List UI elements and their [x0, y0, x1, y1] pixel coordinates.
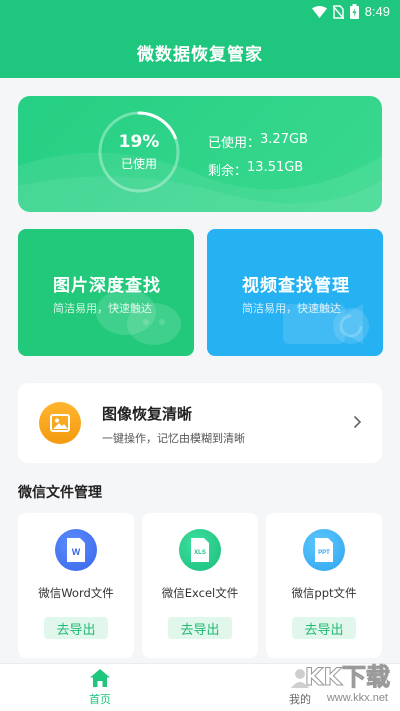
video-manage-subtitle: 简洁易用，快速触达: [242, 302, 341, 315]
svg-text:KK下载: KK下载: [305, 663, 390, 691]
nav-home[interactable]: 首页: [60, 668, 140, 707]
svg-text:www.kkx.net: www.kkx.net: [326, 692, 388, 704]
image-icon: [39, 402, 81, 444]
image-search-subtitle: 简洁易用，快速触达: [53, 302, 152, 315]
svg-text:XLS: XLS: [194, 550, 206, 556]
excel-file-icon: XLS: [179, 529, 221, 571]
word-export-button[interactable]: 去导出: [44, 617, 108, 639]
wave-decoration: [18, 152, 382, 212]
image-restore-subtitle: 一键操作，记忆由模糊到清晰: [102, 432, 245, 445]
wechat-excel-card[interactable]: XLS 微信Excel文件 去导出: [142, 513, 258, 658]
home-icon: [90, 669, 110, 687]
wechat-word-card[interactable]: W 微信Word文件 去导出: [18, 513, 134, 658]
wifi-icon: [311, 5, 327, 18]
used-label: 已使用：: [208, 136, 261, 151]
app-title: 微数据恢复管家: [137, 44, 263, 65]
word-file-icon: W: [55, 529, 97, 571]
image-search-card[interactable]: 图片深度查找 简洁易用，快速触达: [18, 229, 194, 356]
wechat-ppt-label: 微信ppt文件: [291, 586, 357, 600]
chevron-right-icon: [353, 415, 362, 429]
svg-text:PPT: PPT: [318, 550, 330, 556]
battery-icon: [349, 4, 359, 19]
status-icons: 8:49: [311, 4, 390, 19]
ppt-export-button[interactable]: 去导出: [292, 617, 356, 639]
video-manage-title: 视频查找管理: [242, 276, 350, 296]
usage-ring-text: 19% 已使用: [96, 109, 182, 195]
wechat-word-label: 微信Word文件: [38, 586, 114, 600]
usage-percent: 19%: [118, 132, 160, 152]
video-manage-card[interactable]: 视频查找管理 简洁易用，快速触达: [207, 229, 383, 356]
svg-text:W: W: [72, 547, 81, 557]
used-storage: 已使用： 3.27GB: [208, 132, 308, 151]
app-bar: 微数据恢复管家: [0, 26, 400, 78]
wechat-excel-label: 微信Excel文件: [161, 586, 239, 600]
wechat-section-title: 微信文件管理: [18, 485, 102, 501]
used-value: 3.27GB: [260, 132, 308, 147]
free-storage: 剩余： 13.51GB: [208, 160, 303, 179]
status-time: 8:49: [364, 4, 390, 19]
image-restore-card[interactable]: 图像恢复清晰 一键操作，记忆由模糊到清晰: [18, 383, 382, 463]
image-restore-title: 图像恢复清晰: [102, 405, 193, 423]
image-search-title: 图片深度查找: [53, 276, 161, 296]
status-bar: 8:49: [0, 0, 400, 26]
wechat-ppt-card[interactable]: PPT 微信ppt文件 去导出: [266, 513, 382, 658]
excel-export-button[interactable]: 去导出: [168, 617, 232, 639]
free-label: 剩余：: [208, 164, 248, 179]
ppt-file-icon: PPT: [303, 529, 345, 571]
kkx-watermark: KK下载 www.kkx.net: [304, 663, 390, 705]
no-sim-icon: [332, 4, 344, 19]
nav-home-label: 首页: [89, 693, 111, 706]
free-value: 13.51GB: [247, 160, 304, 175]
storage-card: [18, 96, 382, 212]
usage-percent-label: 已使用: [120, 157, 157, 171]
